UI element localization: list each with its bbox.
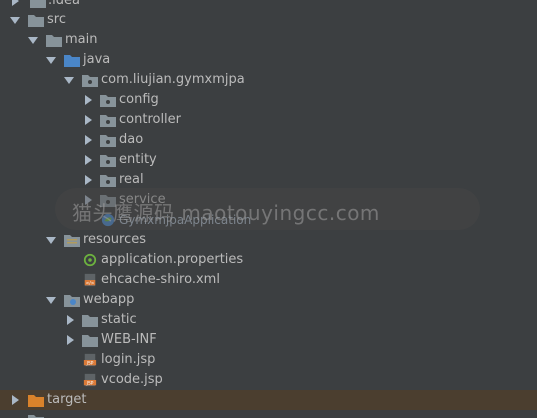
tree-row-login-jsp[interactable]: JSP login.jsp <box>0 350 537 370</box>
tree-label-resources: resources <box>83 232 147 247</box>
tree-label-web-inf: WEB-INF <box>101 332 157 347</box>
tree-row-service[interactable]: service <box>0 190 537 210</box>
folder-icon <box>82 335 98 347</box>
tree-row-resources[interactable]: resources <box>0 230 537 250</box>
folder-icon <box>46 35 62 47</box>
tree-row-dao[interactable]: dao <box>0 130 537 150</box>
tree-label-service: service <box>119 192 166 207</box>
expand-arrow-icon[interactable] <box>46 57 56 64</box>
svg-text:JSP: JSP <box>86 380 94 386</box>
tree-label-dao: dao <box>119 132 144 147</box>
tree-row-ehcache-xml[interactable]: </> ehcache-shiro.xml <box>0 270 537 290</box>
source-folder-icon <box>64 55 80 67</box>
svg-text:JSP: JSP <box>86 360 94 366</box>
tree-label-target: target <box>47 392 87 407</box>
tree-label-config: config <box>119 92 159 107</box>
jsp-file-icon: JSP <box>83 353 97 366</box>
collapse-arrow-icon[interactable] <box>85 115 92 125</box>
package-folder-icon <box>100 195 116 207</box>
tree-row-application-properties[interactable]: application.properties <box>0 250 537 270</box>
package-folder-icon <box>82 75 98 87</box>
folder-icon <box>28 415 44 418</box>
tree-label-application-class: GymxmjpaApplication <box>119 213 252 227</box>
package-folder-icon <box>100 135 116 147</box>
collapse-arrow-icon[interactable] <box>85 195 92 205</box>
tree-label-real: real <box>119 172 144 187</box>
tree-row-src[interactable]: src <box>0 10 537 30</box>
spring-properties-icon <box>83 253 97 267</box>
tree-label-controller: controller <box>119 112 182 127</box>
tree-row-vcode-jsp[interactable]: JSP vcode.jsp <box>0 370 537 390</box>
tree-row-package[interactable]: com.liujian.gymxmjpa <box>0 70 537 90</box>
tree-label-application-properties: application.properties <box>101 252 244 267</box>
tree-row-real[interactable]: real <box>0 170 537 190</box>
collapse-arrow-icon[interactable] <box>12 395 19 405</box>
tree-row-controller[interactable]: controller <box>0 110 537 130</box>
tree-row-application-class[interactable]: GymxmjpaApplication <box>0 210 537 230</box>
package-folder-icon <box>100 115 116 127</box>
expand-arrow-icon[interactable] <box>46 237 56 244</box>
spring-boot-class-icon <box>101 213 115 227</box>
tree-label-src: src <box>47 12 66 27</box>
tree-row-static[interactable]: static <box>0 310 537 330</box>
jsp-file-icon: JSP <box>83 373 97 386</box>
collapse-arrow-icon[interactable] <box>12 0 19 6</box>
tree-label-java: java <box>83 52 111 67</box>
tree-row-main[interactable]: main <box>0 30 537 50</box>
tree-label-main: main <box>65 32 98 47</box>
tree-row-webapp[interactable]: webapp <box>0 290 537 310</box>
expand-arrow-icon[interactable] <box>28 37 38 44</box>
svg-text:</>: </> <box>86 280 95 286</box>
tree-row-web-inf[interactable]: WEB-INF <box>0 330 537 350</box>
collapse-arrow-icon[interactable] <box>67 315 74 325</box>
tree-label-package: com.liujian.gymxmjpa <box>101 72 245 87</box>
tree-label-ehcache-xml: ehcache-shiro.xml <box>101 272 220 287</box>
tree-row-target[interactable]: target <box>0 390 537 410</box>
tree-row-config[interactable]: config <box>0 90 537 110</box>
collapse-arrow-icon[interactable] <box>67 335 74 345</box>
expand-arrow-icon[interactable] <box>10 17 20 24</box>
xml-file-icon: </> <box>84 273 96 286</box>
resource-folder-icon <box>64 235 80 247</box>
collapse-arrow-icon[interactable] <box>85 155 92 165</box>
tree-label-webapp: webapp <box>83 292 135 307</box>
folder-icon <box>28 15 44 27</box>
expand-arrow-icon[interactable] <box>46 297 56 304</box>
tree-row-entity[interactable]: entity <box>0 150 537 170</box>
folder-icon <box>82 315 98 327</box>
package-folder-icon <box>100 175 116 187</box>
tree-row-partial <box>0 410 537 418</box>
tree-label-login-jsp: login.jsp <box>101 352 156 367</box>
package-folder-icon <box>100 95 116 107</box>
collapse-arrow-icon[interactable] <box>85 135 92 145</box>
folder-icon <box>30 0 46 8</box>
expand-arrow-icon[interactable] <box>64 77 74 84</box>
tree-row-java[interactable]: java <box>0 50 537 70</box>
web-folder-icon <box>64 295 80 307</box>
package-folder-icon <box>100 155 116 167</box>
excluded-folder-icon <box>28 395 44 407</box>
tree-label-entity: entity <box>119 152 157 167</box>
collapse-arrow-icon[interactable] <box>85 95 92 105</box>
collapse-arrow-icon[interactable] <box>85 175 92 185</box>
tree-label-static: static <box>101 312 137 327</box>
tree-label-vcode-jsp: vcode.jsp <box>101 372 163 387</box>
